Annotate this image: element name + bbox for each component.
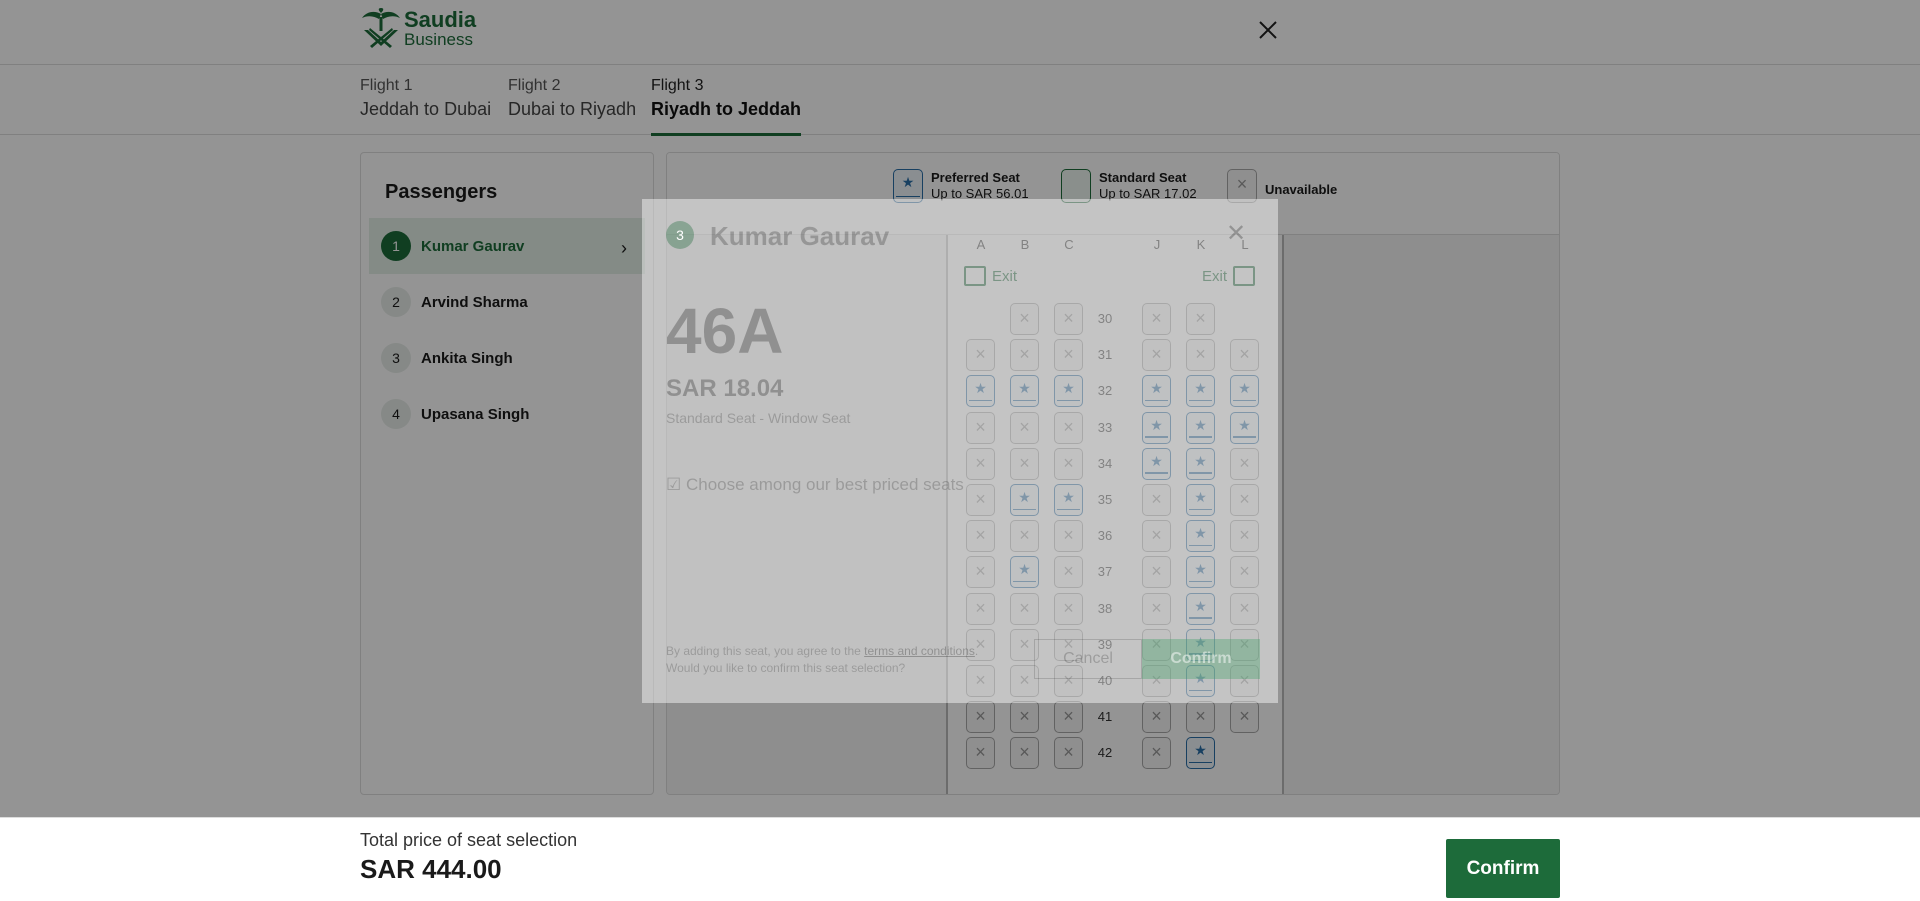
- total-price-label: Total price of seat selection: [360, 830, 578, 850]
- modal-seat-price: SAR 18.04: [666, 375, 784, 402]
- modal-passenger-number: 3: [666, 221, 694, 249]
- confirm-button[interactable]: Confirm: [1446, 839, 1560, 898]
- modal-passenger-name: Kumar Gaurav: [710, 221, 890, 251]
- terms-question: Would you like to confirm this seat sele…: [666, 661, 906, 675]
- terms-link[interactable]: terms and conditions: [864, 644, 975, 658]
- choose-label: Choose among our best priced seats: [685, 475, 964, 494]
- modal-confirm-button[interactable]: Confirm: [1142, 639, 1260, 679]
- total-price-amount: SAR 444.00: [360, 854, 502, 884]
- modal-choose-text: ☑ Choose among our best priced seats: [666, 475, 964, 495]
- footer-bar: Total price of seat selection SAR 444.00…: [0, 817, 1920, 901]
- terms-suffix: .: [974, 644, 979, 658]
- seat-confirm-modal: 3 Kumar Gaurav ✕ 46A SAR 18.04 Standard …: [642, 199, 1278, 703]
- modal-terms: By adding this seat, you agree to the te…: [666, 643, 1026, 677]
- modal-cancel-button[interactable]: Cancel: [1034, 639, 1142, 679]
- check-icon: ☑: [666, 475, 682, 494]
- modal-close-icon[interactable]: ✕: [1226, 219, 1246, 248]
- modal-seat-number: 46A: [666, 295, 784, 367]
- modal-seat-type: Standard Seat - Window Seat: [666, 410, 851, 426]
- terms-prefix: By adding this seat, you agree to the: [666, 644, 865, 658]
